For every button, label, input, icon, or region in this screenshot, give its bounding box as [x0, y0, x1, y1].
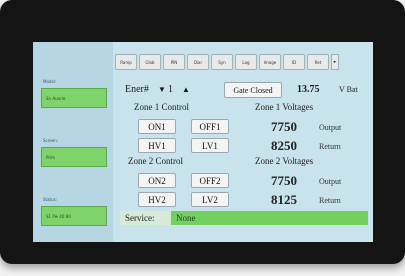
tab-id[interactable]: ID: [283, 54, 305, 70]
zone1-return-label: Return: [319, 142, 341, 151]
tab-diar[interactable]: Diar: [187, 54, 209, 70]
triangle-down-icon[interactable]: ▼: [158, 85, 166, 94]
zone2-return-label: Return: [319, 196, 341, 205]
zone2-output-value: 7750: [271, 173, 297, 188]
zone1-return-value: 8250: [271, 138, 297, 153]
off2-button[interactable]: OFF2: [191, 173, 229, 188]
battery-voltage-unit: V Bat: [339, 85, 358, 94]
zone2-return-value: 8125: [271, 192, 297, 207]
gate-closed-button[interactable]: Gate Closed: [224, 82, 282, 98]
on2-button[interactable]: ON2: [138, 173, 176, 188]
triangle-up-icon[interactable]: ▲: [182, 85, 190, 94]
tab-pin[interactable]: PIN: [163, 54, 185, 70]
service-field: None: [171, 211, 368, 225]
ener-label: Ener#: [125, 84, 149, 95]
screen-label: Screen:: [43, 138, 59, 143]
tab-syn[interactable]: Syn: [211, 54, 233, 70]
zone2-voltages-title: Zone 2 Voltages: [255, 156, 314, 166]
tab-ret[interactable]: Ret: [307, 54, 329, 70]
chevron-right-icon[interactable]: ▸: [331, 54, 339, 70]
on1-button[interactable]: ON1: [138, 119, 176, 134]
zone1-voltages-title: Zone 1 Voltages: [255, 102, 314, 112]
zone1-output-value: 7750: [271, 119, 297, 134]
service-value: None: [176, 213, 196, 223]
status-label: Status:: [43, 197, 58, 202]
touchscreen: Model: Sn Auerle Screen: Prim Status: S1…: [33, 42, 373, 242]
left-panel: Model: Sn Auerle Screen: Prim Status: S1…: [33, 42, 113, 242]
off1-button[interactable]: OFF1: [191, 119, 229, 134]
zone2-output-label: Output: [319, 177, 342, 186]
battery-voltage-value: 13.75: [297, 84, 320, 95]
ener-value[interactable]: 1: [168, 84, 173, 95]
service-label: Service:: [125, 213, 155, 223]
screen-field[interactable]: Prim: [41, 147, 107, 167]
model-field[interactable]: Sn Auerle: [41, 88, 107, 108]
tab-image[interactable]: Image: [259, 54, 281, 70]
zone2-control-title: Zone 2 Control: [128, 156, 183, 166]
hv1-button[interactable]: HV1: [138, 138, 176, 153]
model-label: Model:: [43, 79, 57, 84]
status-field[interactable]: S1 Pw 40 80: [41, 206, 107, 226]
tab-log[interactable]: Log: [235, 54, 257, 70]
lv2-button[interactable]: LV2: [191, 192, 229, 207]
zone1-output-label: Output: [319, 123, 342, 132]
tab-bar: Ramp Glob PIN Diar Syn Log Image ID Ret …: [115, 52, 373, 72]
lv1-button[interactable]: LV1: [191, 138, 229, 153]
zone1-control-title: Zone 1 Control: [134, 102, 189, 112]
tab-glob[interactable]: Glob: [139, 54, 161, 70]
hv2-button[interactable]: HV2: [138, 192, 176, 207]
tab-ramp[interactable]: Ramp: [115, 54, 137, 70]
